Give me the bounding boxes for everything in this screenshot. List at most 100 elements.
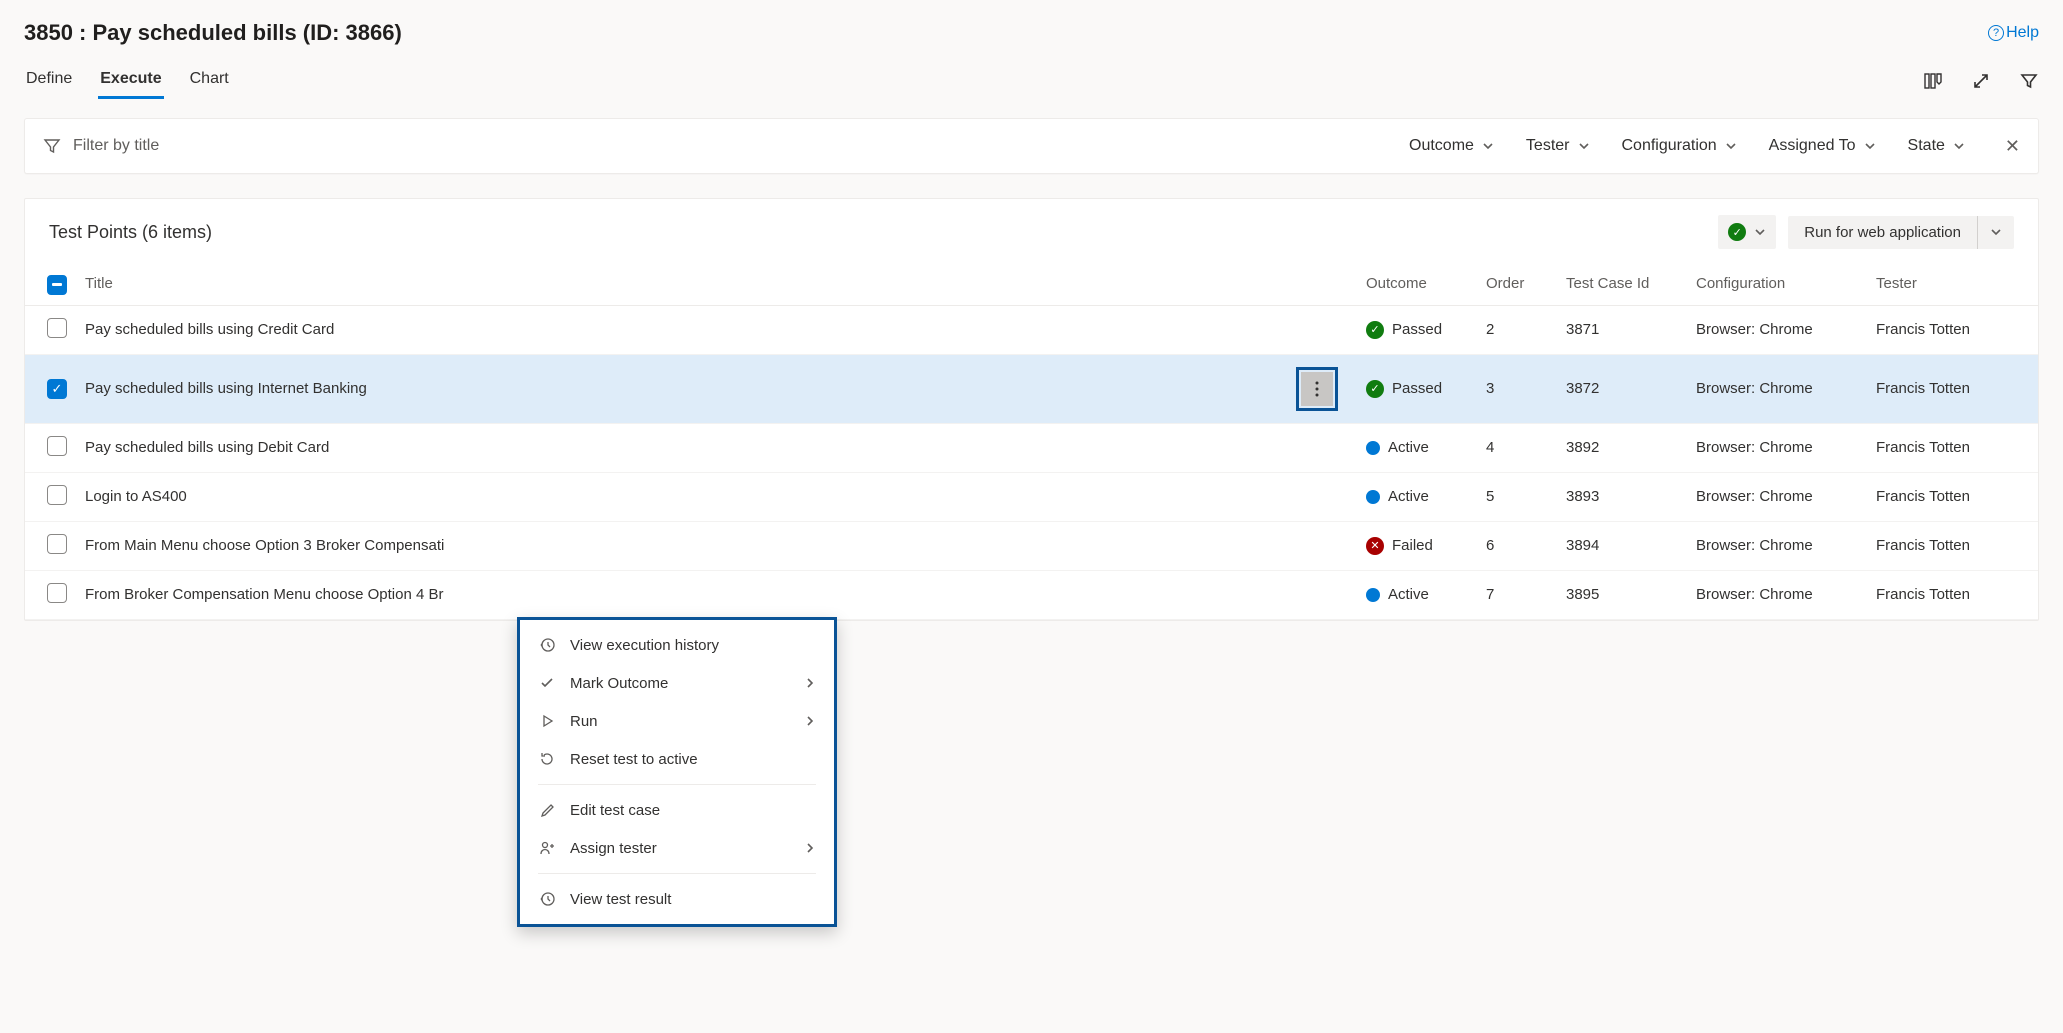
menu-label: Mark Outcome — [570, 675, 668, 692]
clear-filters-button[interactable]: ✕ — [1997, 136, 2020, 157]
help-label: Help — [2006, 24, 2039, 42]
table-row[interactable]: Pay scheduled bills using Credit Card✓Pa… — [25, 305, 2038, 354]
table-row[interactable]: From Broker Compensation Menu choose Opt… — [25, 570, 2038, 619]
column-header-configuration[interactable]: Configuration — [1688, 263, 1868, 305]
row-checkbox[interactable] — [47, 318, 67, 338]
filter-tester-dropdown[interactable]: Tester — [1526, 137, 1590, 155]
row-test-case-id: 3893 — [1558, 472, 1688, 521]
row-outcome: Failed — [1392, 537, 1433, 554]
menu-label: Reset test to active — [570, 751, 698, 768]
menu-assign-tester[interactable]: Assign tester — [534, 829, 820, 867]
column-header-outcome[interactable]: Outcome — [1358, 263, 1478, 305]
menu-label: Edit test case — [570, 802, 660, 819]
history-icon — [538, 636, 556, 654]
filter-state-label: State — [1908, 137, 1945, 155]
menu-label: Run — [570, 713, 598, 730]
filter-state-dropdown[interactable]: State — [1908, 137, 1965, 155]
table-row[interactable]: From Main Menu choose Option 3 Broker Co… — [25, 521, 2038, 570]
menu-reset-to-active[interactable]: Reset test to active — [534, 740, 820, 778]
row-test-case-id: 3892 — [1558, 423, 1688, 472]
passed-icon: ✓ — [1366, 380, 1384, 398]
tab-chart[interactable]: Chart — [188, 62, 231, 99]
row-test-case-id: 3871 — [1558, 305, 1688, 354]
row-test-case-id: 3894 — [1558, 521, 1688, 570]
select-all-checkbox[interactable] — [47, 275, 67, 295]
row-configuration: Browser: Chrome — [1688, 570, 1868, 619]
row-checkbox[interactable]: ✓ — [47, 379, 67, 399]
row-checkbox[interactable] — [47, 583, 67, 603]
chevron-down-icon — [1482, 140, 1494, 152]
row-checkbox[interactable] — [47, 436, 67, 456]
chevron-down-icon — [1990, 226, 2002, 238]
row-tester: Francis Totten — [1868, 354, 2038, 423]
row-title: Pay scheduled bills using Debit Card — [85, 439, 329, 456]
row-checkbox[interactable] — [47, 534, 67, 554]
row-outcome: Active — [1388, 488, 1429, 505]
menu-separator — [538, 784, 816, 785]
chevron-right-icon — [804, 677, 816, 689]
row-configuration: Browser: Chrome — [1688, 423, 1868, 472]
table-row[interactable]: Login to AS400Active53893Browser: Chrome… — [25, 472, 2038, 521]
tab-execute[interactable]: Execute — [98, 62, 163, 99]
filter-tester-label: Tester — [1526, 137, 1570, 155]
row-outcome: Passed — [1392, 321, 1442, 338]
active-icon — [1366, 490, 1380, 504]
filter-bar: Outcome Tester Configuration Assigned To… — [24, 118, 2039, 174]
row-tester: Francis Totten — [1868, 570, 2038, 619]
filter-assigned-to-dropdown[interactable]: Assigned To — [1769, 137, 1876, 155]
row-checkbox[interactable] — [47, 485, 67, 505]
row-tester: Francis Totten — [1868, 521, 2038, 570]
test-points-table: Title Outcome Order Test Case Id Configu… — [25, 263, 2038, 620]
chevron-right-icon — [804, 842, 816, 854]
run-dropdown-button[interactable] — [1977, 216, 2014, 249]
column-header-order[interactable]: Order — [1478, 263, 1558, 305]
table-row[interactable]: Pay scheduled bills using Debit CardActi… — [25, 423, 2038, 472]
column-options-icon[interactable] — [1923, 71, 1943, 91]
menu-view-test-result[interactable]: View test result — [534, 880, 820, 918]
row-outcome: Active — [1388, 586, 1429, 603]
tabs: Define Execute Chart — [24, 62, 231, 99]
chevron-right-icon — [804, 715, 816, 727]
row-order: 7 — [1478, 570, 1558, 619]
column-header-test-case-id[interactable]: Test Case Id — [1558, 263, 1688, 305]
filter-configuration-dropdown[interactable]: Configuration — [1622, 137, 1737, 155]
chevron-down-icon — [1953, 140, 1965, 152]
menu-view-execution-history[interactable]: View execution history — [534, 626, 820, 664]
chevron-down-icon — [1578, 140, 1590, 152]
help-link[interactable]: ? Help — [1988, 24, 2039, 42]
row-title: From Broker Compensation Menu choose Opt… — [85, 586, 444, 603]
row-configuration: Browser: Chrome — [1688, 472, 1868, 521]
filter-configuration-label: Configuration — [1622, 137, 1717, 155]
row-title: Pay scheduled bills using Credit Card — [85, 321, 334, 338]
chevron-down-icon — [1725, 140, 1737, 152]
menu-mark-outcome[interactable]: Mark Outcome — [534, 664, 820, 702]
menu-label: Assign tester — [570, 840, 657, 857]
menu-run[interactable]: Run — [534, 702, 820, 740]
mark-passed-button[interactable]: ✓ — [1718, 215, 1776, 249]
row-outcome: Passed — [1392, 380, 1442, 397]
filter-title-input[interactable] — [73, 137, 1399, 155]
test-points-panel: Test Points (6 items) ✓ Run for web appl… — [24, 198, 2039, 621]
row-configuration: Browser: Chrome — [1688, 521, 1868, 570]
row-tester: Francis Totten — [1868, 423, 2038, 472]
column-header-tester[interactable]: Tester — [1868, 263, 2038, 305]
history-icon — [538, 890, 556, 908]
row-title: Login to AS400 — [85, 488, 187, 505]
chevron-down-icon — [1754, 226, 1766, 238]
filter-outcome-dropdown[interactable]: Outcome — [1409, 137, 1494, 155]
tab-define[interactable]: Define — [24, 62, 74, 99]
panel-title: Test Points (6 items) — [49, 222, 212, 243]
fullscreen-icon[interactable] — [1971, 71, 1991, 91]
row-more-button[interactable] — [1301, 372, 1333, 406]
filter-icon[interactable] — [2019, 71, 2039, 91]
active-icon — [1366, 588, 1380, 602]
filter-outcome-label: Outcome — [1409, 137, 1474, 155]
table-row[interactable]: ✓Pay scheduled bills using Internet Bank… — [25, 354, 2038, 423]
reset-icon — [538, 750, 556, 768]
run-button-group: Run for web application — [1788, 216, 2014, 249]
column-header-title[interactable]: Title — [77, 263, 1358, 305]
run-for-web-button[interactable]: Run for web application — [1788, 216, 1977, 249]
row-tester: Francis Totten — [1868, 305, 2038, 354]
row-tester: Francis Totten — [1868, 472, 2038, 521]
menu-edit-test-case[interactable]: Edit test case — [534, 791, 820, 829]
